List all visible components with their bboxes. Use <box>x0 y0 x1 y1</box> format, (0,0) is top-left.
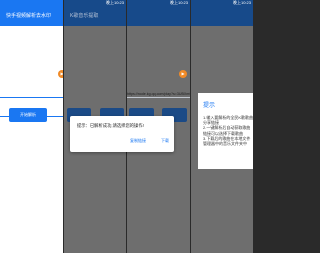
play-icon[interactable]: ▶ <box>58 70 63 78</box>
url-input[interactable]: https://node.kg.qq.com/play?s=3UBXmOTTFT… <box>127 91 190 98</box>
app-title-bar: 快手视频解析去水印 <box>0 6 63 26</box>
dialog-message: 提示：已解析成功,请选择您的操作! <box>77 123 144 128</box>
page-title: K歌音乐提取 <box>70 13 99 19</box>
parse-button[interactable]: 开始解析 <box>9 108 47 122</box>
play-icon[interactable]: ▶ <box>179 70 187 78</box>
tips-title: 提示 <box>203 103 216 109</box>
confirm-dialog: 提示：已解析成功,请选择您的操作! 复制链接 下载 <box>70 116 174 152</box>
copy-link-button[interactable]: 复制链接 <box>130 138 146 144</box>
page-title: 快手视频解析去水印 <box>6 13 52 19</box>
tips-body: 1.输入要解析的全民K歌歌曲分享链接 2.一键解析后自动获取歌曲链接可以选择下载… <box>203 115 254 147</box>
app-title-bar <box>191 6 253 26</box>
link-input-underline[interactable] <box>0 97 63 98</box>
screen-panel-1: 快手视频解析去水印 开始解析 ▶ <box>0 0 63 253</box>
download-button[interactable]: 下载 <box>161 138 169 144</box>
app-title-bar: K歌音乐提取 <box>64 6 126 26</box>
app-title-bar <box>127 6 190 26</box>
tips-dialog: 提示 1.输入要解析的全民K歌歌曲分享链接 2.一键解析后自动获取歌曲链接可以选… <box>198 93 253 169</box>
